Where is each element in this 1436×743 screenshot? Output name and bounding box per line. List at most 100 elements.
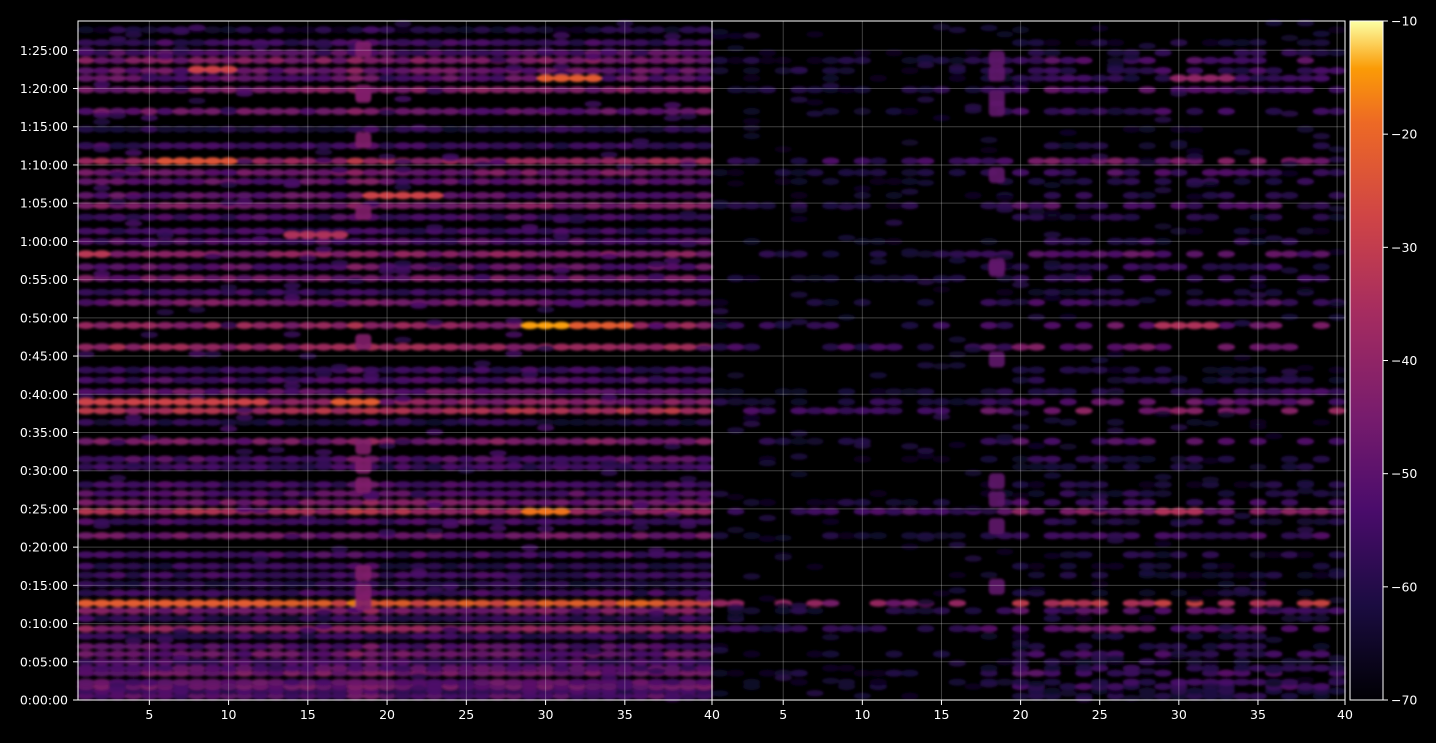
heat-cell — [204, 227, 222, 235]
heat-cell — [108, 191, 127, 200]
heat-cell — [330, 607, 349, 615]
heat-cell — [204, 678, 222, 686]
heat-cell — [632, 625, 650, 633]
heat-cell — [93, 562, 111, 570]
heat-cell — [647, 625, 666, 633]
heat-cell — [108, 580, 127, 588]
heat-cell — [77, 56, 95, 65]
heat-cell — [315, 623, 333, 630]
x-tick-label: 20 — [1013, 707, 1029, 722]
heat-cell — [552, 632, 571, 640]
heat-cell — [315, 571, 333, 579]
heat-cell — [1217, 39, 1236, 47]
heat-cell — [1265, 481, 1283, 489]
heat-cell — [521, 298, 539, 307]
heat-cell — [584, 67, 602, 75]
heat-cell — [916, 179, 935, 186]
heat-cell — [394, 571, 412, 579]
heat-cell — [1138, 599, 1156, 607]
heat-cell — [584, 407, 602, 415]
heat-cell — [1265, 432, 1283, 440]
heat-cell — [235, 562, 254, 570]
heat-cell — [1280, 657, 1299, 665]
heat-cell — [806, 437, 824, 445]
heat-cell — [806, 690, 824, 697]
heat-cell — [727, 343, 745, 351]
heat-cell — [346, 551, 365, 559]
heat-cell — [330, 481, 349, 489]
heat-cell — [964, 56, 982, 65]
heat-cell — [1201, 86, 1220, 94]
heat-cell — [600, 343, 618, 351]
heat-cell — [647, 463, 666, 471]
heat-cell — [647, 191, 666, 200]
heat-cell — [663, 695, 682, 702]
heat-cell — [267, 142, 285, 150]
heat-cell — [283, 74, 301, 82]
heat-cell — [1186, 227, 1204, 235]
heat-cell — [663, 274, 682, 282]
heat-cell — [885, 177, 903, 186]
heat-cell — [77, 551, 95, 559]
heat-cell — [806, 650, 824, 658]
heat-cell — [790, 250, 808, 258]
heat-cell — [584, 418, 602, 426]
heat-hotspot — [283, 231, 301, 239]
heat-cell — [473, 191, 491, 200]
heat-cell — [1296, 376, 1315, 384]
heat-cell — [425, 298, 444, 307]
heat-cell — [156, 518, 174, 526]
heat-cell — [441, 678, 460, 686]
heat-cell — [362, 625, 380, 633]
heat-cell — [1265, 213, 1283, 221]
heat-cell — [188, 274, 206, 282]
heat-cell — [1154, 187, 1172, 194]
heat-hotspot — [362, 398, 380, 406]
heat-cell — [568, 217, 586, 224]
heat-cell — [315, 169, 333, 177]
heat-cell — [568, 274, 586, 282]
heat-cell — [362, 169, 380, 177]
heat-cell — [1312, 490, 1331, 498]
heat-cell — [1138, 455, 1156, 463]
heat-cell — [394, 599, 412, 607]
heat-cell — [489, 56, 507, 64]
heat-cell — [1265, 343, 1283, 351]
heat-cell — [988, 258, 1005, 275]
heat-cell — [156, 650, 174, 658]
heat-cell — [124, 227, 143, 235]
heat-cell — [663, 418, 682, 426]
heat-cell — [315, 632, 333, 640]
heat-cell — [188, 532, 206, 540]
heat-cell — [1059, 67, 1077, 75]
heat-cell — [315, 343, 333, 351]
heat-cell — [1043, 294, 1061, 302]
heat-cell — [355, 204, 372, 221]
heat-cell — [1186, 67, 1204, 75]
heat-hotspot — [235, 599, 254, 607]
heat-cell — [980, 437, 998, 445]
heat-cell — [806, 99, 824, 106]
heat-cell — [93, 580, 111, 588]
heat-cell — [600, 418, 618, 426]
heat-cell — [663, 366, 682, 374]
heat-hotspot — [77, 599, 95, 607]
heat-cell — [1296, 571, 1315, 579]
heat-cell — [1075, 298, 1093, 307]
heat-cell — [790, 453, 808, 460]
heat-cell — [837, 234, 856, 242]
heat-cell — [156, 343, 174, 351]
heat-cell — [330, 455, 349, 463]
heat-cell — [647, 418, 666, 426]
heat-cell — [1027, 463, 1046, 471]
heat-cell — [1043, 86, 1061, 94]
heat-cell — [1265, 169, 1283, 177]
heat-cell — [600, 67, 618, 75]
heat-cell — [283, 67, 301, 75]
heat-cell — [1186, 298, 1204, 307]
heat-cell — [156, 642, 174, 651]
heat-cell — [568, 532, 586, 540]
heat-cell — [1027, 376, 1046, 384]
heat-cell — [1186, 687, 1204, 695]
colorbar-gradient — [1349, 20, 1384, 701]
